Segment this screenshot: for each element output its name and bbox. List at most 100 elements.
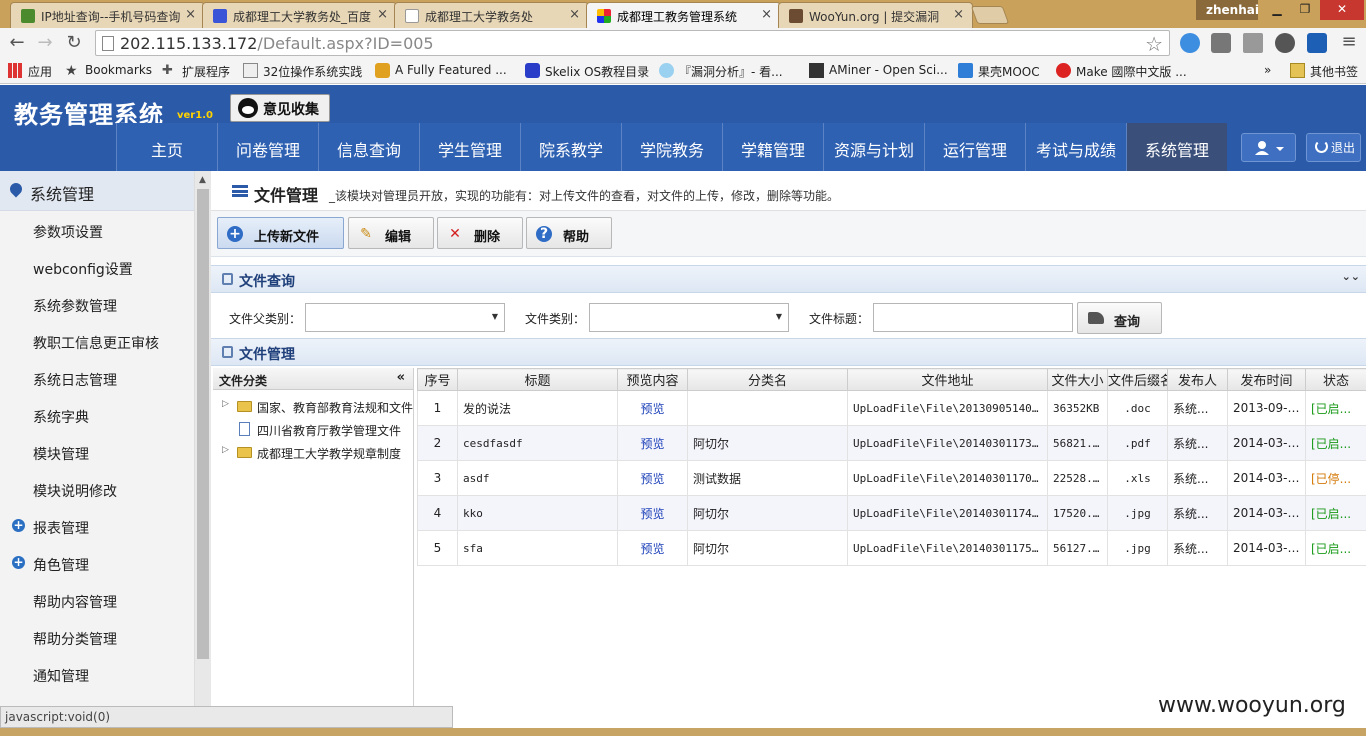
table-row[interactable]: 5 sfa 预览 阿切尔 UpLoadFile\File\20140301175… <box>417 530 1366 566</box>
sidebar-item-param-settings[interactable]: 参数项设置 <box>0 211 194 248</box>
sidebar-item-notices[interactable]: 通知管理 <box>0 655 194 692</box>
close-icon[interactable]: × <box>377 7 388 22</box>
nav-dept-teaching[interactable]: 院系教学 <box>520 123 621 171</box>
col-path[interactable]: 文件地址 <box>847 368 1048 391</box>
bookmark-make[interactable]: Make 國際中文版 ... <box>1056 63 1187 80</box>
tab-ip-query[interactable]: IP地址查询--手机号码查询 × <box>10 2 205 28</box>
extension-icon[interactable] <box>1275 33 1295 53</box>
bookmark-star-icon[interactable]: ☆ <box>1145 32 1163 56</box>
profile-name[interactable]: zhenhai <box>1196 0 1259 20</box>
bookmark-extensions[interactable]: ✚ 扩展程序 <box>162 63 230 80</box>
query-button[interactable]: 查询 <box>1077 302 1162 334</box>
preview-link[interactable]: 预览 <box>617 390 688 426</box>
forward-icon[interactable]: → <box>34 32 56 54</box>
cell-status[interactable]: [已启... <box>1305 425 1366 461</box>
logout-button[interactable]: 退出 <box>1306 133 1361 162</box>
col-category[interactable]: 分类名 <box>687 368 848 391</box>
window-close-icon[interactable]: ✕ <box>1320 0 1364 20</box>
close-icon[interactable]: × <box>761 7 772 22</box>
collapse-icon[interactable]: ⌄⌄ <box>1342 270 1360 283</box>
close-icon[interactable]: × <box>185 7 196 22</box>
nav-info-query[interactable]: 信息查询 <box>318 123 419 171</box>
scroll-up-icon[interactable]: ▲ <box>199 175 206 185</box>
bookmark-other[interactable]: 其他书签 <box>1290 63 1358 80</box>
help-button[interactable]: ? 帮助 <box>526 217 612 249</box>
minimize-icon[interactable]: ▁ <box>1262 0 1292 20</box>
close-icon[interactable]: × <box>953 7 964 22</box>
col-ext[interactable]: 文件后缀名 <box>1107 368 1168 391</box>
new-tab-button[interactable] <box>970 6 1010 24</box>
nav-operations[interactable]: 运行管理 <box>924 123 1025 171</box>
bookmark-apps[interactable]: 应用 <box>8 63 52 80</box>
menu-icon[interactable]: ≡ <box>1338 31 1360 53</box>
bookmark-aminer[interactable]: AMiner - Open Sci... <box>809 63 948 78</box>
reload-icon[interactable]: ↻ <box>63 32 85 54</box>
bookmark-vuln[interactable]: 『漏洞分析』- 看... <box>659 63 783 80</box>
sidebar-item-help-content[interactable]: 帮助内容管理 <box>0 581 194 618</box>
col-no[interactable]: 序号 <box>417 368 458 391</box>
cell-status[interactable]: [已启... <box>1305 390 1366 426</box>
sidebar-item-system-params[interactable]: 系统参数管理 <box>0 285 194 322</box>
title-input[interactable] <box>873 303 1073 332</box>
preview-link[interactable]: 预览 <box>617 460 688 496</box>
bookmark-os[interactable]: 32位操作系统实践 <box>243 63 362 80</box>
nav-survey[interactable]: 问卷管理 <box>217 123 318 171</box>
tab-baidu[interactable]: 成都理工大学教务处_百度 × <box>202 2 397 28</box>
feedback-button[interactable]: 意见收集 <box>230 94 330 122</box>
col-publisher[interactable]: 发布人 <box>1167 368 1228 391</box>
category-select[interactable] <box>589 303 789 332</box>
sidebar-item-system-logs[interactable]: 系统日志管理 <box>0 359 194 396</box>
col-date[interactable]: 发布时间 <box>1227 368 1306 391</box>
tab-wooyun[interactable]: WooYun.org | 提交漏洞 × <box>778 2 973 28</box>
preview-link[interactable]: 预览 <box>617 530 688 566</box>
close-icon[interactable]: × <box>569 7 580 22</box>
query-panel-header[interactable]: 文件查询 ⌄⌄ <box>211 265 1366 293</box>
bookmark-mooc[interactable]: 果壳MOOC <box>958 63 1040 80</box>
table-row[interactable]: 4 kko 预览 阿切尔 UpLoadFile\File\20140301174… <box>417 495 1366 531</box>
nav-exams-grades[interactable]: 考试与成绩 <box>1025 123 1126 171</box>
bookmark-bookmarks[interactable]: ★ Bookmarks <box>65 63 152 79</box>
maximize-icon[interactable]: ❐ <box>1290 0 1320 20</box>
collapse-left-icon[interactable]: « <box>397 370 405 385</box>
bookmark-featured[interactable]: A Fully Featured ... <box>375 63 507 78</box>
tab-jwgl[interactable]: 成都理工教务管理系统 × <box>586 2 781 28</box>
nav-college-affairs[interactable]: 学院教务 <box>621 123 722 171</box>
col-size[interactable]: 文件大小 <box>1047 368 1108 391</box>
sidebar-item-module-desc[interactable]: 模块说明修改 <box>0 470 194 507</box>
extension-icon[interactable] <box>1307 33 1327 53</box>
sidebar-item-help-category[interactable]: 帮助分类管理 <box>0 618 194 655</box>
extension-icon[interactable] <box>1180 33 1200 53</box>
scrollbar-thumb[interactable] <box>197 189 209 659</box>
address-bar[interactable]: 202.115.133.172/Default.aspx?ID=005 ☆ <box>95 30 1170 56</box>
nav-students[interactable]: 学生管理 <box>419 123 520 171</box>
table-row[interactable]: 2 cesdfasdf 预览 阿切尔 UpLoadFile\File\20140… <box>417 425 1366 461</box>
bookmark-skelix[interactable]: Skelix OS教程目录 <box>525 63 649 80</box>
upload-file-button[interactable]: + 上传新文件 <box>217 217 344 249</box>
user-menu-button[interactable] <box>1241 133 1296 162</box>
cell-status[interactable]: [已停... <box>1305 460 1366 496</box>
table-row[interactable]: 1 发的说法 预览 UpLoadFile\File\201309051409..… <box>417 390 1366 426</box>
sidebar-item-reports[interactable]: + 报表管理 <box>0 507 194 544</box>
cell-status[interactable]: [已启... <box>1305 530 1366 566</box>
parent-category-select[interactable] <box>305 303 505 332</box>
tree-node[interactable]: ▷ 成都理工大学教学规章制度 <box>213 440 413 463</box>
sidebar-scrollbar[interactable]: ▲ <box>195 171 211 736</box>
sidebar-item-webconfig[interactable]: webconfig设置 <box>0 248 194 285</box>
tree-node[interactable]: 四川省教育厅教学管理文件 <box>213 417 413 440</box>
sidebar-item-dictionary[interactable]: 系统字典 <box>0 396 194 433</box>
cell-status[interactable]: [已启... <box>1305 495 1366 531</box>
col-title[interactable]: 标题 <box>457 368 618 391</box>
mail-icon[interactable] <box>1243 33 1263 53</box>
preview-link[interactable]: 预览 <box>617 495 688 531</box>
nav-home[interactable]: 主页 <box>116 123 217 171</box>
bookmarks-overflow-icon[interactable]: » <box>1264 63 1271 77</box>
sidebar-item-staff-review[interactable]: 教职工信息更正审核 <box>0 322 194 359</box>
sidebar-item-modules[interactable]: 模块管理 <box>0 433 194 470</box>
col-preview[interactable]: 预览内容 <box>617 368 688 391</box>
preview-link[interactable]: 预览 <box>617 425 688 461</box>
edit-button[interactable]: ✎ 编辑 <box>348 217 434 249</box>
back-icon[interactable]: ← <box>6 32 28 54</box>
expand-arrow-icon[interactable]: ▷ <box>222 445 229 455</box>
sidebar-item-roles[interactable]: + 角色管理 <box>0 544 194 581</box>
table-row[interactable]: 3 asdf 预览 测试数据 UpLoadFile\File\201403011… <box>417 460 1366 496</box>
